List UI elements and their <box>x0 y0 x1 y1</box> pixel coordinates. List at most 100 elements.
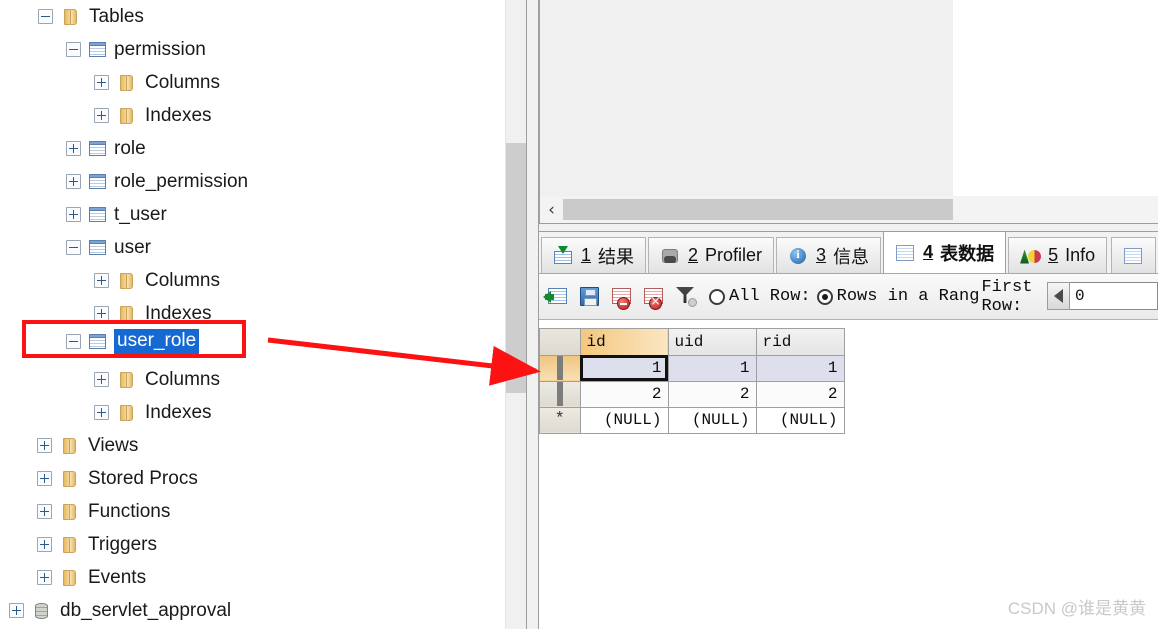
collapse-minus-icon[interactable] <box>66 334 81 349</box>
column-header-id[interactable]: id <box>580 329 669 356</box>
collapse-minus-icon[interactable] <box>38 9 53 24</box>
tab-label: Profiler <box>705 245 763 265</box>
tree-item-columns[interactable]: Columns <box>0 66 505 99</box>
grid-cell[interactable]: 1 <box>756 355 845 382</box>
expand-plus-icon[interactable] <box>94 108 109 123</box>
tree-vertical-scrollbar[interactable] <box>505 0 527 629</box>
grid-cell[interactable]: 1 <box>668 355 757 382</box>
tab-1[interactable]: 1 结果 <box>541 237 647 273</box>
csdn-watermark: CSDN @谁是黄黄 <box>1007 599 1146 618</box>
expand-plus-icon[interactable] <box>66 141 81 156</box>
tree-item-indexes[interactable]: Indexes <box>0 396 505 429</box>
grid-cell[interactable]: 2 <box>668 381 757 408</box>
first-row-spinner[interactable]: 0 <box>1047 282 1158 310</box>
expand-plus-icon[interactable] <box>37 438 52 453</box>
table-data-grid[interactable]: id uid rid 1 1 1 2 2 2 * (NULL) (NULL) (NULL) <box>539 328 845 434</box>
data-table[interactable]: id uid rid 1 1 1 2 2 2 * (NULL) (NULL) (NULL) <box>540 329 845 434</box>
tree-item-role-permission[interactable]: role_permission <box>0 165 505 198</box>
grid-toolbar[interactable]: All Row: Rows in a Rang First Row: 0 <box>539 274 1158 320</box>
grid-corner-cell[interactable] <box>540 329 581 356</box>
object-tree-panel[interactable]: Tables permission Columns Indexes role role_p… <box>0 0 505 629</box>
tree-item-role[interactable]: role <box>0 132 505 165</box>
tree-item-events[interactable]: Events <box>0 561 505 594</box>
grid-cell[interactable]: 1 <box>580 355 669 382</box>
tab-number: 4 <box>923 242 934 262</box>
expand-plus-icon[interactable] <box>66 207 81 222</box>
tree-item-stored-procs[interactable]: Stored Procs <box>0 462 505 495</box>
tab-5[interactable]: 5 Info <box>1008 237 1108 273</box>
tree-item-label: Functions <box>88 500 171 522</box>
editor-horizontal-scrollbar[interactable]: ‹ <box>539 196 1158 223</box>
expand-plus-icon[interactable] <box>94 75 109 90</box>
radio-rows-in-range[interactable]: Rows in a Rang <box>816 287 979 306</box>
sql-editor-area[interactable] <box>539 0 1158 196</box>
row-select-checkbox[interactable] <box>556 356 563 380</box>
grid-cell[interactable]: 2 <box>756 381 845 408</box>
save-changes-button[interactable] <box>575 282 604 311</box>
grid-cell[interactable]: 2 <box>580 381 669 408</box>
add-row-button[interactable] <box>543 282 572 311</box>
table-row[interactable]: * (NULL) (NULL) (NULL) <box>540 407 845 434</box>
grid-cell[interactable]: (NULL) <box>756 407 845 434</box>
radio-rows-in-range-circle[interactable] <box>816 288 833 305</box>
folder-icon <box>59 568 81 587</box>
filter-button[interactable] <box>671 282 700 311</box>
folder-icon <box>59 436 81 455</box>
tree-item-user[interactable]: user <box>0 231 505 264</box>
cancel-changes-button[interactable] <box>639 282 668 311</box>
tab-2[interactable]: 2 Profiler <box>648 237 775 273</box>
expand-plus-icon[interactable] <box>37 504 52 519</box>
tree-item-db-servlet-approval[interactable]: db_servlet_approval <box>0 594 505 627</box>
table-row[interactable]: 222 <box>540 381 845 408</box>
horizontal-splitter[interactable] <box>539 223 1158 232</box>
tree-item-label: Indexes <box>145 401 212 423</box>
expand-plus-icon[interactable] <box>66 174 81 189</box>
expand-plus-icon[interactable] <box>94 405 109 420</box>
first-row-label-line1: First <box>981 277 1033 297</box>
first-row-input[interactable]: 0 <box>1070 282 1158 310</box>
table-icon <box>88 172 107 191</box>
pane-splitter[interactable] <box>526 0 539 629</box>
delete-row-button[interactable] <box>607 282 636 311</box>
hscrollbar-thumb[interactable] <box>563 199 953 220</box>
stop-badge <box>617 297 630 310</box>
tab-3[interactable]: 3 信息 <box>776 237 882 273</box>
tree-scrollbar-thumb[interactable] <box>506 143 527 393</box>
profiler-icon <box>660 246 681 266</box>
collapse-minus-icon[interactable] <box>66 42 81 57</box>
column-header-uid[interactable]: uid <box>668 329 757 356</box>
radio-all-rows-circle[interactable] <box>709 288 725 305</box>
tree-item-columns[interactable]: Columns <box>0 363 505 396</box>
tree-item-t-user[interactable]: t_user <box>0 198 505 231</box>
expand-plus-icon[interactable] <box>94 273 109 288</box>
row-select-checkbox[interactable] <box>556 382 563 406</box>
tree-item-views[interactable]: Views <box>0 429 505 462</box>
tree-item-columns[interactable]: Columns <box>0 264 505 297</box>
radio-all-rows[interactable]: All Row: <box>709 287 811 306</box>
row-header[interactable] <box>540 355 581 382</box>
tree-item-user-role[interactable]: user_role <box>0 325 505 358</box>
scroll-left-icon[interactable]: ‹ <box>540 197 563 222</box>
row-header[interactable]: * <box>540 407 581 434</box>
tab-4[interactable]: 4 表数据 <box>883 232 1007 273</box>
row-header[interactable] <box>540 381 581 408</box>
result-tab-strip[interactable]: 1 结果 2 Profiler 3 信息 4 表数据 5 Info <box>539 232 1158 274</box>
triangle-left-icon[interactable] <box>1047 282 1070 310</box>
tree-item-permission[interactable]: permission <box>0 33 505 66</box>
grid-cell[interactable]: (NULL) <box>668 407 757 434</box>
expand-plus-icon[interactable] <box>94 372 109 387</box>
tab-overflow-partial[interactable] <box>1111 237 1156 273</box>
expand-plus-icon[interactable] <box>37 471 52 486</box>
expand-plus-icon[interactable] <box>9 603 24 618</box>
expand-plus-icon[interactable] <box>94 306 109 321</box>
collapse-minus-icon[interactable] <box>66 240 81 255</box>
grid-cell[interactable]: (NULL) <box>580 407 669 434</box>
column-header-rid[interactable]: rid <box>756 329 845 356</box>
tree-item-tables[interactable]: Tables <box>0 0 505 33</box>
table-row[interactable]: 111 <box>540 355 845 382</box>
expand-plus-icon[interactable] <box>37 570 52 585</box>
tree-item-indexes[interactable]: Indexes <box>0 99 505 132</box>
expand-plus-icon[interactable] <box>37 537 52 552</box>
tree-item-triggers[interactable]: Triggers <box>0 528 505 561</box>
tree-item-functions[interactable]: Functions <box>0 495 505 528</box>
